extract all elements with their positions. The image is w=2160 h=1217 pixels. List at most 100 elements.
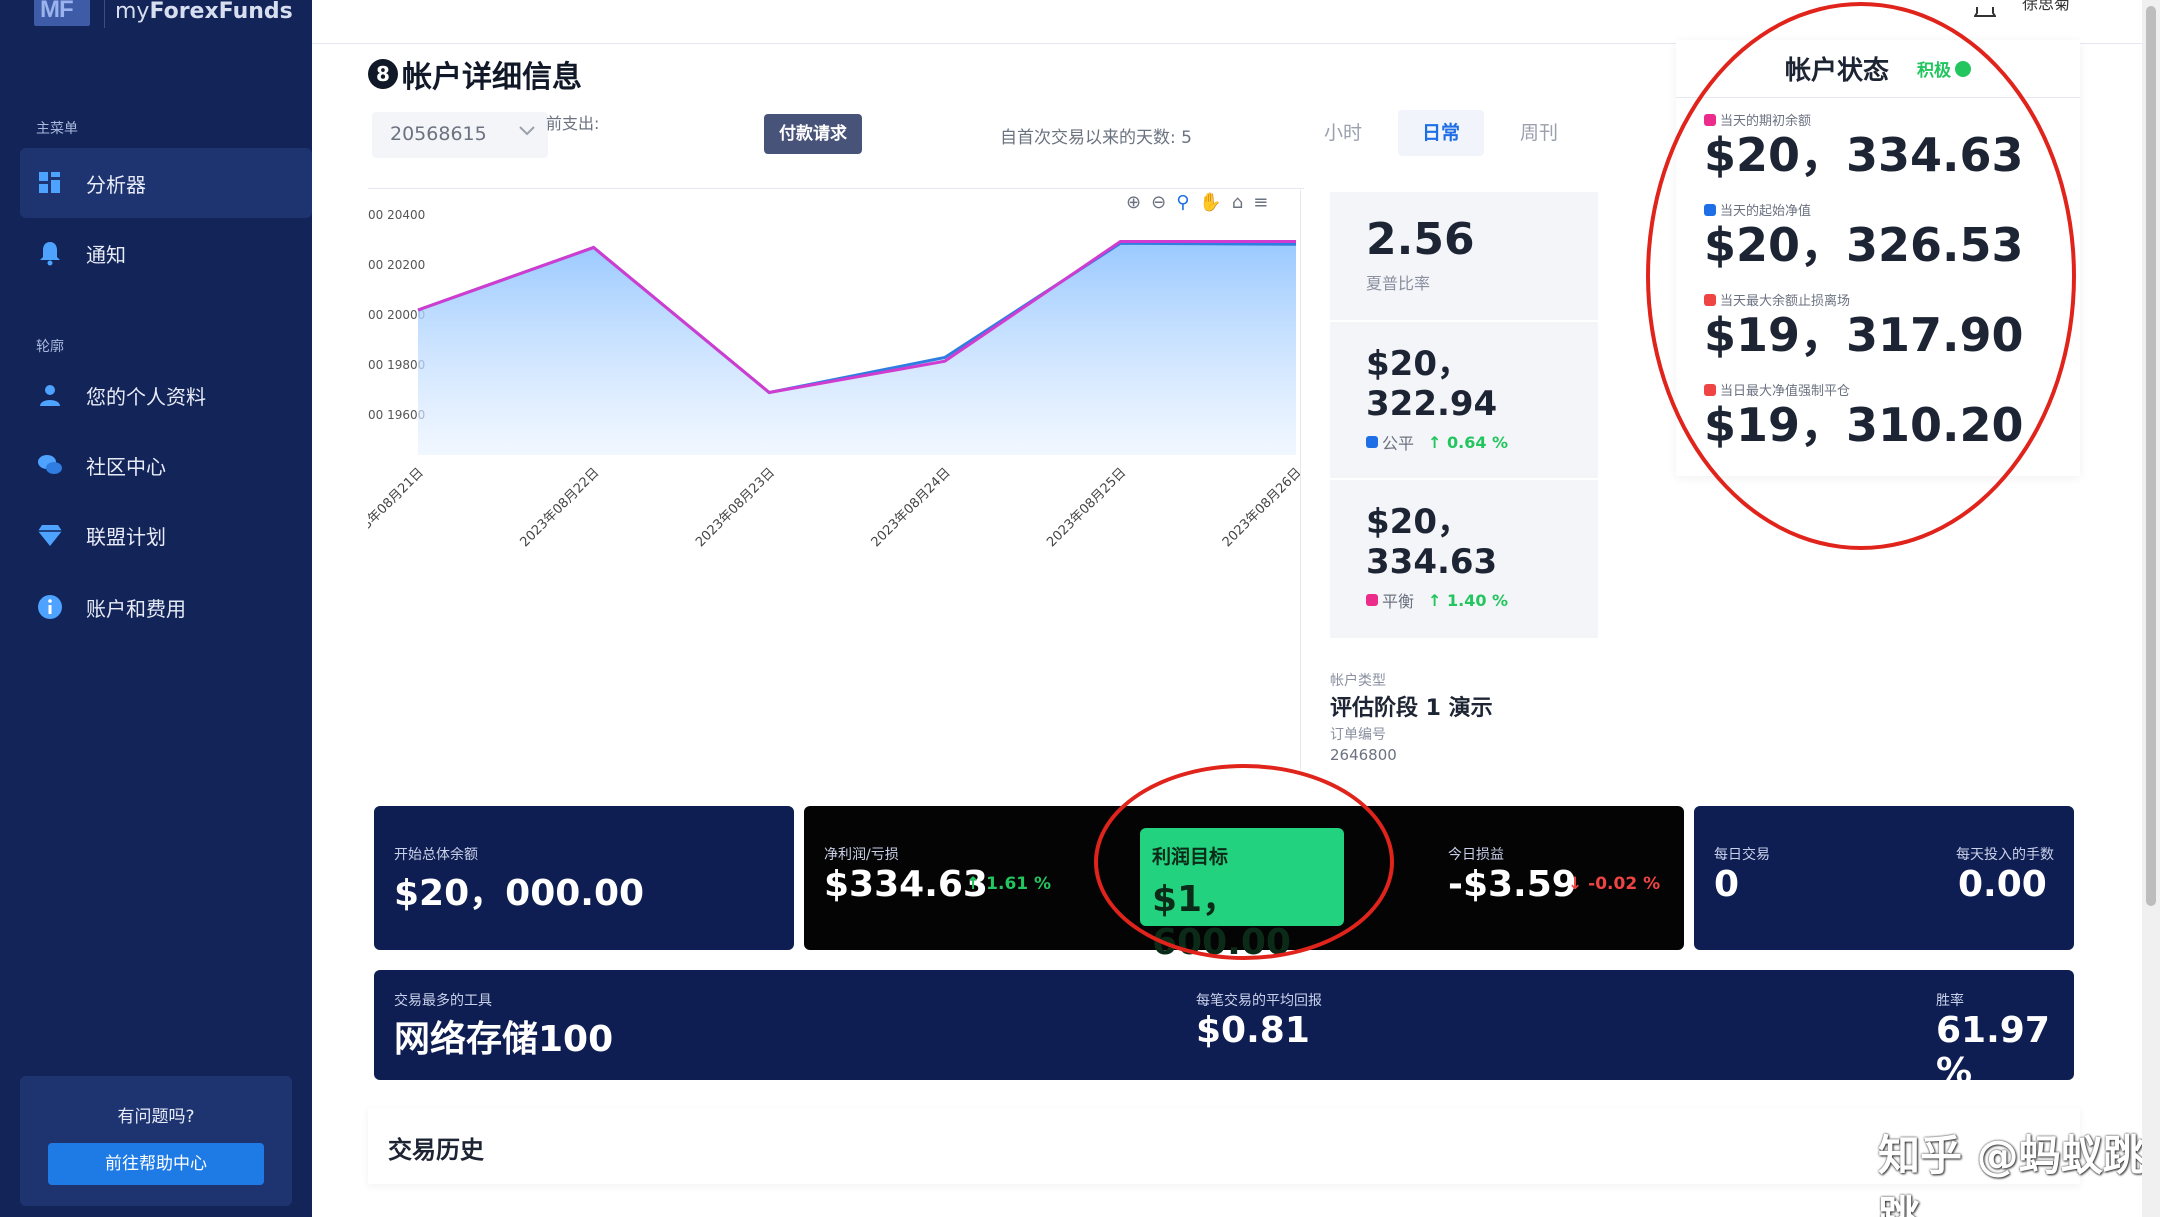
equity-value-line1: $20，	[1366, 344, 1471, 384]
avg-return-label: 每笔交易的平均回报	[1196, 993, 1322, 1009]
x-tick-label: 2023年08月22日	[517, 465, 602, 550]
net-pl-change: ↑ 1.61 %	[966, 874, 1052, 894]
period-tabs: 小时 日常 周刊	[1300, 110, 1594, 156]
logo-mark: MF	[34, 0, 90, 26]
payout-request-button[interactable]: 付款请求	[764, 114, 862, 154]
sidebar: MF myForexFunds 主菜单 分析器 通知 轮廓 您的个人资料 社区中…	[0, 0, 312, 1217]
account-select[interactable]: 20568615	[372, 112, 548, 158]
start-balance-card: 开始总体余额 $20，000.00	[374, 806, 794, 950]
trade-history-title: 交易历史	[388, 1136, 484, 1164]
daily-lots-value: 0.00	[1958, 864, 2047, 905]
avg-return-value: $0.81	[1196, 1010, 1310, 1051]
tab-weekly[interactable]: 周刊	[1496, 110, 1582, 156]
equity-footer: 公平 ↑ 0.64 %	[1366, 430, 1562, 454]
dashboard-icon	[36, 169, 64, 197]
annotation-circle	[1094, 764, 1394, 960]
equity-area	[418, 243, 1296, 455]
x-tick-label: 2023年08月24日	[869, 465, 954, 550]
annotation-circle	[1646, 2, 2076, 550]
tab-daily[interactable]: 日常	[1398, 110, 1484, 156]
balance-value-line2: 334.63	[1366, 542, 1498, 582]
balance-legend-dot	[1366, 594, 1378, 606]
chat-icon	[36, 451, 64, 479]
scroll-thumb[interactable]	[2146, 6, 2156, 906]
help-box: 有问题吗? 前往帮助中心	[20, 1076, 292, 1206]
sidebar-item-label: 社区中心	[86, 454, 166, 479]
zoom-in-icon[interactable]: ⊕	[1126, 192, 1141, 213]
sidebar-item-label: 分析器	[86, 172, 146, 197]
order-number: 2646800	[1330, 746, 1397, 764]
info-icon	[36, 593, 64, 621]
account-type: 评估阶段 1 演示	[1330, 696, 1493, 721]
divider	[1300, 190, 1301, 770]
sidebar-item-label: 联盟计划	[86, 524, 166, 549]
start-balance-label: 开始总体余额	[394, 847, 478, 863]
account-badge-icon: 8	[368, 59, 398, 89]
zoom-out-icon[interactable]: ⊖	[1151, 192, 1166, 213]
daily-lots-label: 每天投入的手数	[1956, 847, 2054, 863]
today-pl-label: 今日损益	[1448, 847, 1504, 863]
bell-icon	[36, 239, 64, 267]
x-tick-label: 2023年08月25日	[1044, 465, 1129, 550]
today-pl-value: -$3.59	[1448, 864, 1577, 905]
diamond-icon	[36, 521, 64, 549]
today-pl-change: ↓ -0.02 %	[1568, 874, 1661, 894]
user-icon	[36, 381, 64, 409]
account-type-label: 帐户类型	[1330, 673, 1386, 689]
pan-hand-icon[interactable]: ✋	[1199, 192, 1221, 213]
user-name[interactable]: 徐思菊	[2022, 0, 2070, 14]
net-pl-value: $334.63	[824, 864, 988, 905]
magnifier-icon[interactable]: ⚲	[1176, 192, 1189, 213]
balance-value-line1: $20，	[1366, 502, 1471, 542]
chart-svg: 00 20400 00 20200 00 20000 00 19800 00 19600…	[359, 208, 1304, 550]
x-tick-label: 2023年08月23日	[693, 465, 778, 550]
scrollbar[interactable]	[2142, 0, 2160, 1217]
win-rate-label: 胜率	[1936, 993, 1964, 1009]
menu-icon[interactable]: ≡	[1253, 192, 1268, 213]
net-pl-label: 净利润/亏损	[824, 847, 899, 863]
equity-change: ↑ 0.64 %	[1428, 432, 1509, 452]
y-tick-label: 00 19800	[368, 358, 425, 372]
chart-toolbar: ⊕ ⊖ ⚲ ✋ ⌂ ≡	[1126, 192, 1268, 213]
x-tick-label: 2023年08月26日	[1220, 465, 1304, 550]
help-center-button[interactable]: 前往帮助中心	[48, 1143, 264, 1185]
sidebar-item-analyzer[interactable]: 分析器	[20, 148, 312, 218]
sidebar-item-label: 通知	[86, 242, 126, 267]
sidebar-item-label: 您的个人资料	[86, 384, 206, 409]
sidebar-item-community[interactable]: 社区中心	[20, 430, 312, 500]
daily-trades-value: 0	[1714, 864, 1740, 905]
main-menu-label: 主菜单	[36, 121, 78, 137]
brand-name: myForexFunds	[115, 0, 293, 24]
tab-hourly[interactable]: 小时	[1300, 110, 1386, 156]
equity-label: 公平	[1382, 434, 1415, 453]
x-tick-label: 3年08月21日	[368, 465, 427, 532]
help-question: 有问题吗?	[117, 1107, 195, 1127]
equity-value-line2: 322.94	[1366, 384, 1498, 424]
balance-change: ↑ 1.40 %	[1428, 590, 1509, 610]
sidebar-item-accounts-fees[interactable]: 账户和费用	[20, 572, 312, 642]
payout-label: 前支出:	[546, 114, 600, 133]
sharpe-ratio-card: 2.56 夏普比率	[1330, 192, 1598, 320]
balance-footer: 平衡 ↑ 1.40 %	[1366, 588, 1562, 612]
chevron-down-icon	[518, 121, 536, 142]
y-tick-label: 00 20000	[368, 308, 425, 322]
start-balance-value: $20，000.00	[394, 873, 645, 914]
logo-divider	[104, 0, 105, 28]
equity-legend-dot	[1366, 436, 1378, 448]
sidebar-item-affiliate[interactable]: 联盟计划	[20, 500, 312, 570]
y-tick-label: 00 20200	[368, 258, 425, 272]
y-tick-label: 00 19600	[368, 408, 425, 422]
sidebar-item-label: 账户和费用	[86, 596, 186, 621]
brand-logo[interactable]: MF myForexFunds	[34, 0, 293, 34]
page-title: 8 帐户详细信息	[368, 52, 582, 96]
notification-bell-icon[interactable]	[1973, 0, 1997, 25]
balance-card: $20， 334.63 平衡 ↑ 1.40 %	[1330, 480, 1598, 638]
watermark: 知乎 @蚂蚁跳跳	[1878, 1131, 2145, 1217]
trading-summary-card: 交易最多的工具 网络存储100 每笔交易的平均回报 $0.81 胜率 61.97…	[374, 970, 2074, 1092]
sidebar-item-profile[interactable]: 您的个人资料	[20, 360, 312, 430]
sharpe-value: 2.56	[1366, 214, 1475, 265]
top-instrument-value: 网络存储100	[394, 1019, 614, 1060]
home-reset-icon[interactable]: ⌂	[1232, 192, 1243, 213]
sidebar-item-notifications[interactable]: 通知	[20, 218, 312, 288]
top-instrument-label: 交易最多的工具	[394, 993, 492, 1009]
